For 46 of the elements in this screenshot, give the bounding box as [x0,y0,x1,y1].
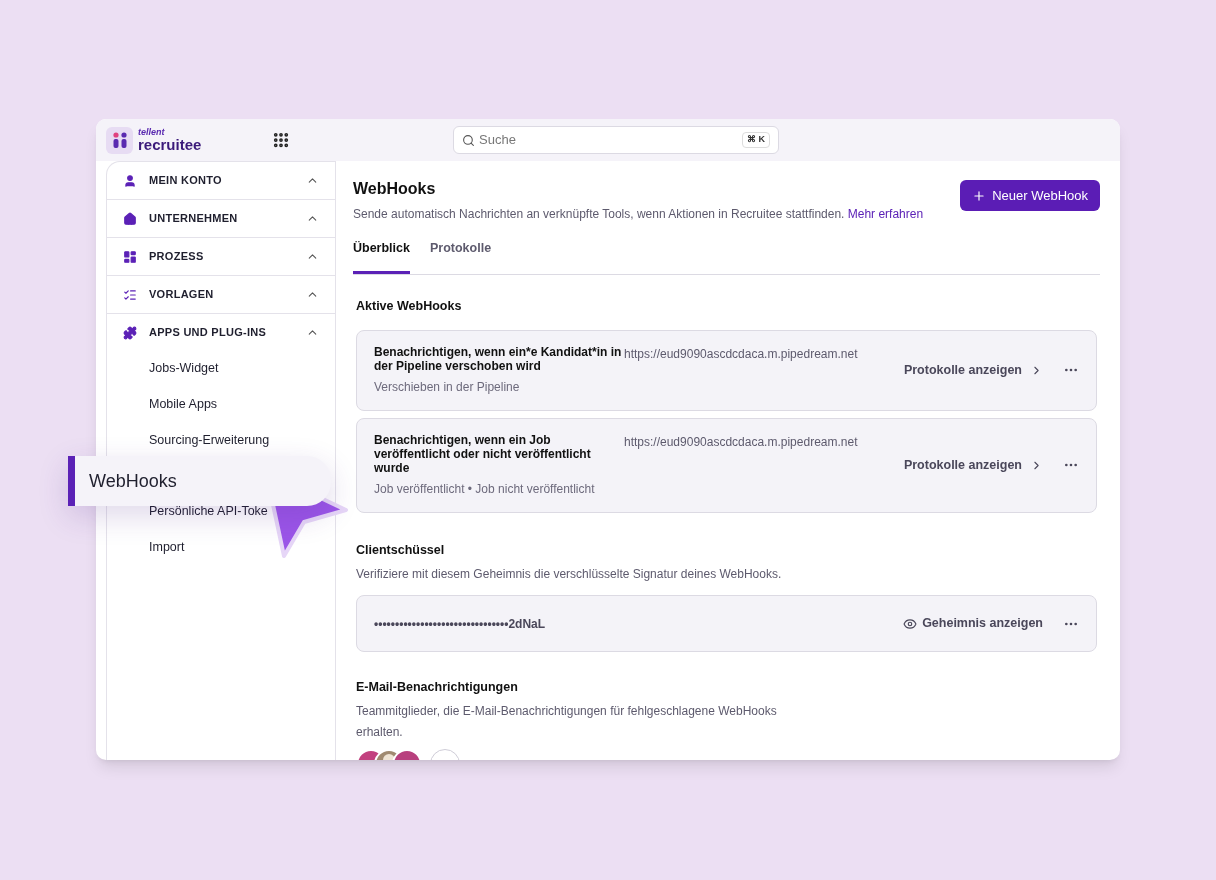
shortcut-key: ⌘ K [742,132,770,148]
secret-value: ••••••••••••••••••••••••••••••••2dNaL [374,615,547,633]
sidebar-section[interactable]: APPS UND PLUG-INS [107,314,335,351]
sidebar-item[interactable]: Jobs-Widget [149,359,219,379]
learn-more-link[interactable]: Mehr erfahren [847,207,924,221]
tab[interactable]: Überblick [353,239,410,274]
plus-icon [972,188,987,203]
webhook-url: https://eud9090ascdcdaca.m.pipedream.net [624,345,859,363]
tab[interactable]: Protokolle [429,239,492,274]
eye-icon [903,616,918,631]
webhook-title: Benachrichtigen, wenn ein Job veröffentlicht oder nicht veröffentlicht wurde [374,432,592,475]
sidebar-item[interactable]: WebHooks [68,456,331,507]
search-icon [462,133,475,147]
webhook-title: Benachrichtigen, wenn ein*e Kandidat*in in der Pipeline verschoben wird [374,344,623,373]
section-description: Teammitglieder, die E-Mail-Benachrichtigungen für fehlgeschlagene WebHooks erhalten. [356,703,778,741]
section-heading: E-Mail-Benachrichtigungen [356,679,519,697]
section-heading: Clientschüssel [356,541,446,559]
view-logs-link[interactable]: Protokolle anzeigen [903,455,1043,475]
section-icon [123,287,137,302]
apps-grid-icon[interactable] [272,131,290,149]
new-webhook-button[interactable]: Neuer WebHook [960,180,1100,211]
search-input[interactable]: Suche [479,130,738,150]
sidebar-item[interactable]: Import [149,537,185,557]
sidebar-item[interactable]: Mobile Apps [149,395,218,414]
show-secret-button[interactable]: Geheimnis anzeigen [903,614,1043,634]
sidebar-section[interactable]: PROZESS [107,238,335,275]
webhook-url: https://eud9090ascdcdaca.m.pipedream.net [624,433,859,451]
sidebar-section[interactable]: MEIN KONTO [107,162,335,199]
webhook-events: Job veröffentlicht • Job nicht veröffentlicht [374,480,596,498]
section-icon [123,249,137,264]
logo-icon [106,126,133,154]
section-icon [123,325,137,340]
section-icon [123,211,137,226]
logo-wordmark: recruitee [138,137,202,152]
section-description: Verifiziere mit diesem Geheimnis die verschlüsselte Signatur deines WebHooks. [356,566,783,584]
section-heading: Aktive WebHooks [356,297,463,315]
sidebar-section[interactable]: UNTERNEHMEN [107,200,335,237]
page-title: WebHooks [353,179,437,199]
webhook-events: Verschieben in der Pipeline [374,378,521,396]
view-logs-link[interactable]: Protokolle anzeigen [903,360,1043,380]
logo-tagline: tellent [138,128,166,137]
sidebar-item[interactable]: Sourcing-Erweiterung [149,430,270,450]
section-icon [123,173,137,188]
page-description: Sende automatisch Nachrichten an verknüpfte Tools, wenn Aktionen in Recruitee stattfinden. Mehr erfahren [353,206,924,223]
search-field[interactable]: Suche ⌘ K [453,126,779,154]
sidebar-section[interactable]: VORLAGEN [107,276,335,313]
